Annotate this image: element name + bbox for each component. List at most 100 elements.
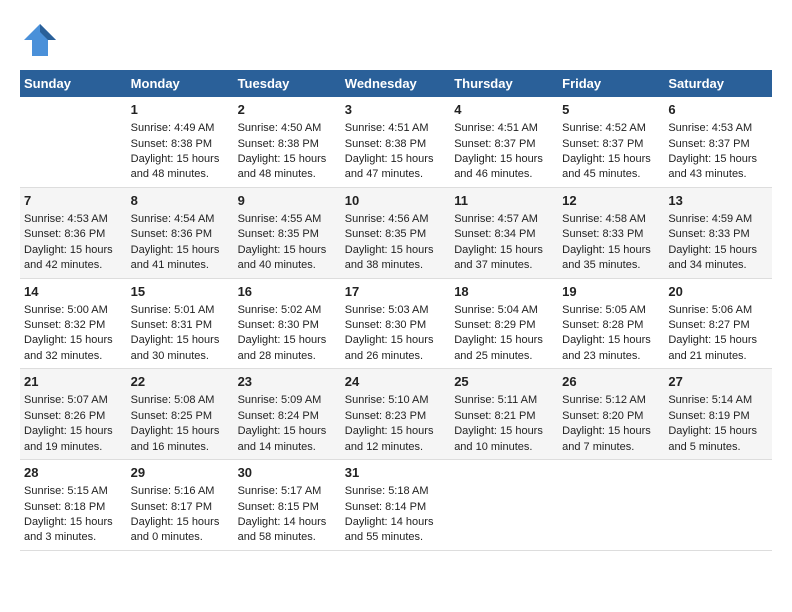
calendar-cell [450,460,558,551]
calendar-cell: 26 Sunrise: 5:12 AM Sunset: 8:20 PM Dayli… [558,369,664,460]
day-info: Sunrise: 4:50 AM Sunset: 8:38 PM Dayligh… [238,122,327,180]
week-row-0: 1Sunrise: 4:49 AM Sunset: 8:38 PM Daylig… [20,97,772,187]
day-info: Sunrise: 4:51 AM Sunset: 8:38 PM Dayligh… [345,122,434,180]
calendar-cell: 2 Sunrise: 4:50 AM Sunset: 8:38 PM Daylig… [234,97,341,187]
day-number: 22 [131,373,230,391]
day-number: 5 [562,101,660,119]
page-header [20,20,772,60]
day-info: Sunrise: 5:05 AM Sunset: 8:28 PM Dayligh… [562,304,651,362]
day-number: 12 [562,192,660,210]
calendar-cell: 1Sunrise: 4:49 AM Sunset: 8:38 PM Daylig… [127,97,234,187]
day-number: 3 [345,101,446,119]
weekday-thursday: Thursday [450,70,558,97]
day-info: Sunrise: 4:59 AM Sunset: 8:33 PM Dayligh… [668,213,757,271]
week-row-4: 28Sunrise: 5:15 AM Sunset: 8:18 PM Dayli… [20,460,772,551]
calendar-cell: 7 Sunrise: 4:53 AM Sunset: 8:36 PM Daylig… [20,187,127,278]
day-info: Sunrise: 5:04 AM Sunset: 8:29 PM Dayligh… [454,304,543,362]
calendar-cell: 14Sunrise: 5:00 AM Sunset: 8:32 PM Dayli… [20,278,127,369]
day-info: Sunrise: 5:16 AM Sunset: 8:17 PM Dayligh… [131,485,220,543]
day-number: 28 [24,464,123,482]
day-number: 21 [24,373,123,391]
logo [20,20,64,60]
calendar-cell: 6 Sunrise: 4:53 AM Sunset: 8:37 PM Daylig… [664,97,772,187]
calendar-cell: 18 Sunrise: 5:04 AM Sunset: 8:29 PM Dayli… [450,278,558,369]
calendar-cell: 10Sunrise: 4:56 AM Sunset: 8:35 PM Dayli… [341,187,450,278]
day-info: Sunrise: 4:53 AM Sunset: 8:36 PM Dayligh… [24,213,113,271]
calendar-cell: 12 Sunrise: 4:58 AM Sunset: 8:33 PM Dayli… [558,187,664,278]
calendar-cell: 8 Sunrise: 4:54 AM Sunset: 8:36 PM Daylig… [127,187,234,278]
day-info: Sunrise: 5:18 AM Sunset: 8:14 PM Dayligh… [345,485,434,543]
week-row-2: 14Sunrise: 5:00 AM Sunset: 8:32 PM Dayli… [20,278,772,369]
calendar-cell: 9 Sunrise: 4:55 AM Sunset: 8:35 PM Daylig… [234,187,341,278]
calendar-cell: 27Sunrise: 5:14 AM Sunset: 8:19 PM Dayli… [664,369,772,460]
day-number: 6 [668,101,768,119]
weekday-friday: Friday [558,70,664,97]
calendar-cell: 3 Sunrise: 4:51 AM Sunset: 8:38 PM Daylig… [341,97,450,187]
day-number: 20 [668,283,768,301]
weekday-header-row: SundayMondayTuesdayWednesdayThursdayFrid… [20,70,772,97]
calendar-cell: 19 Sunrise: 5:05 AM Sunset: 8:28 PM Dayli… [558,278,664,369]
calendar-cell [664,460,772,551]
day-info: Sunrise: 5:17 AM Sunset: 8:15 PM Dayligh… [238,485,327,543]
day-number: 15 [131,283,230,301]
day-info: Sunrise: 5:08 AM Sunset: 8:25 PM Dayligh… [131,394,220,452]
day-number: 4 [454,101,554,119]
week-row-3: 21Sunrise: 5:07 AM Sunset: 8:26 PM Dayli… [20,369,772,460]
day-number: 29 [131,464,230,482]
day-number: 7 [24,192,123,210]
calendar-cell: 29 Sunrise: 5:16 AM Sunset: 8:17 PM Dayli… [127,460,234,551]
weekday-sunday: Sunday [20,70,127,97]
day-info: Sunrise: 5:03 AM Sunset: 8:30 PM Dayligh… [345,304,434,362]
calendar-cell [558,460,664,551]
calendar-cell: 17 Sunrise: 5:03 AM Sunset: 8:30 PM Dayli… [341,278,450,369]
day-info: Sunrise: 4:54 AM Sunset: 8:36 PM Dayligh… [131,213,220,271]
day-number: 30 [238,464,337,482]
day-info: Sunrise: 4:56 AM Sunset: 8:35 PM Dayligh… [345,213,434,271]
calendar-cell: 28Sunrise: 5:15 AM Sunset: 8:18 PM Dayli… [20,460,127,551]
day-info: Sunrise: 5:11 AM Sunset: 8:21 PM Dayligh… [454,394,543,452]
weekday-wednesday: Wednesday [341,70,450,97]
day-number: 2 [238,101,337,119]
day-number: 8 [131,192,230,210]
day-number: 19 [562,283,660,301]
calendar-cell: 11 Sunrise: 4:57 AM Sunset: 8:34 PM Dayli… [450,187,558,278]
day-info: Sunrise: 4:51 AM Sunset: 8:37 PM Dayligh… [454,122,543,180]
day-number: 17 [345,283,446,301]
calendar-cell: 30 Sunrise: 5:17 AM Sunset: 8:15 PM Dayli… [234,460,341,551]
day-info: Sunrise: 5:01 AM Sunset: 8:31 PM Dayligh… [131,304,220,362]
logo-icon [20,20,60,60]
calendar-cell: 13 Sunrise: 4:59 AM Sunset: 8:33 PM Dayli… [664,187,772,278]
day-number: 25 [454,373,554,391]
day-info: Sunrise: 4:49 AM Sunset: 8:38 PM Dayligh… [131,122,220,180]
day-info: Sunrise: 4:58 AM Sunset: 8:33 PM Dayligh… [562,213,651,271]
day-info: Sunrise: 5:14 AM Sunset: 8:19 PM Dayligh… [668,394,757,452]
calendar-cell: 25 Sunrise: 5:11 AM Sunset: 8:21 PM Dayli… [450,369,558,460]
calendar-table: SundayMondayTuesdayWednesdayThursdayFrid… [20,70,772,551]
day-number: 31 [345,464,446,482]
day-number: 18 [454,283,554,301]
weekday-saturday: Saturday [664,70,772,97]
day-number: 9 [238,192,337,210]
day-info: Sunrise: 5:02 AM Sunset: 8:30 PM Dayligh… [238,304,327,362]
calendar-body: 1Sunrise: 4:49 AM Sunset: 8:38 PM Daylig… [20,97,772,550]
calendar-cell: 22 Sunrise: 5:08 AM Sunset: 8:25 PM Dayli… [127,369,234,460]
day-number: 26 [562,373,660,391]
day-info: Sunrise: 5:06 AM Sunset: 8:27 PM Dayligh… [668,304,757,362]
day-info: Sunrise: 4:57 AM Sunset: 8:34 PM Dayligh… [454,213,543,271]
day-info: Sunrise: 4:55 AM Sunset: 8:35 PM Dayligh… [238,213,327,271]
calendar-cell: 23Sunrise: 5:09 AM Sunset: 8:24 PM Dayli… [234,369,341,460]
calendar-cell [20,97,127,187]
day-number: 11 [454,192,554,210]
calendar-cell: 4 Sunrise: 4:51 AM Sunset: 8:37 PM Daylig… [450,97,558,187]
day-info: Sunrise: 5:12 AM Sunset: 8:20 PM Dayligh… [562,394,651,452]
calendar-cell: 15 Sunrise: 5:01 AM Sunset: 8:31 PM Dayli… [127,278,234,369]
weekday-tuesday: Tuesday [234,70,341,97]
calendar-cell: 24Sunrise: 5:10 AM Sunset: 8:23 PM Dayli… [341,369,450,460]
day-number: 16 [238,283,337,301]
day-number: 13 [668,192,768,210]
calendar-cell: 21Sunrise: 5:07 AM Sunset: 8:26 PM Dayli… [20,369,127,460]
day-info: Sunrise: 4:53 AM Sunset: 8:37 PM Dayligh… [668,122,757,180]
day-info: Sunrise: 5:09 AM Sunset: 8:24 PM Dayligh… [238,394,327,452]
calendar-cell: 5 Sunrise: 4:52 AM Sunset: 8:37 PM Daylig… [558,97,664,187]
day-info: Sunrise: 4:52 AM Sunset: 8:37 PM Dayligh… [562,122,651,180]
